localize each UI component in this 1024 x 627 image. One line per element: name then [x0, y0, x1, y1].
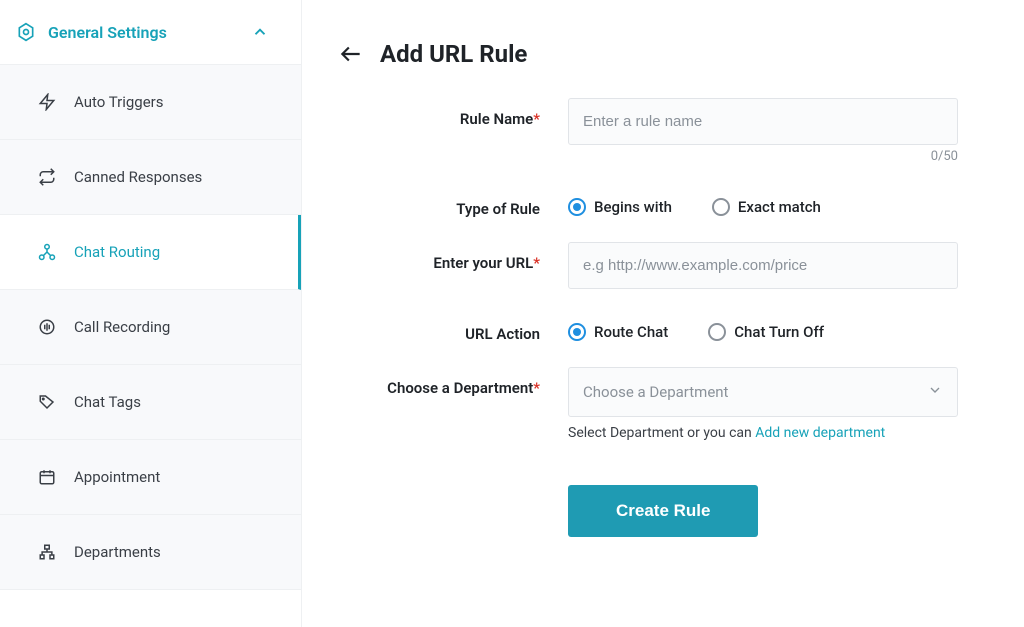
sidebar-item-chat-routing[interactable]: Chat Routing	[0, 215, 301, 290]
label-url-action: URL Action	[338, 313, 568, 343]
sidebar-item-canned-responses[interactable]: Canned Responses	[0, 140, 301, 215]
row-rule-name: Rule Name* 0/50	[338, 98, 984, 164]
row-submit: . Create Rule	[338, 465, 984, 537]
routing-icon	[38, 243, 58, 261]
row-url-action: URL Action Route Chat Chat Turn Off	[338, 313, 984, 343]
sidebar-item-auto-triggers[interactable]: Auto Triggers	[0, 65, 301, 140]
sidebar-item-departments[interactable]: Departments	[0, 515, 301, 590]
rule-name-input[interactable]	[568, 98, 958, 145]
sidebar-item-label: Auto Triggers	[74, 93, 163, 111]
main-content: Add URL Rule Rule Name* 0/50 Type of Rul…	[302, 0, 1024, 627]
sidebar-item-label: Chat Routing	[74, 243, 160, 261]
rule-name-counter: 0/50	[568, 149, 958, 164]
sidebar-header-general-settings[interactable]: General Settings	[0, 0, 301, 65]
recording-icon	[38, 318, 58, 336]
label-choose-department: Choose a Department*	[338, 367, 568, 397]
sidebar-item-label: Appointment	[74, 468, 160, 486]
org-icon	[38, 543, 58, 561]
row-enter-url: Enter your URL*	[338, 242, 984, 289]
row-choose-department: Choose a Department* Choose a Department…	[338, 367, 984, 441]
settings-hex-icon	[16, 22, 36, 42]
department-helper: Select Department or you can Add new dep…	[568, 425, 958, 441]
label-rule-name: Rule Name*	[338, 98, 568, 128]
page-title: Add URL Rule	[380, 40, 527, 68]
sidebar-item-label: Call Recording	[74, 318, 170, 336]
department-select[interactable]: Choose a Department	[568, 367, 958, 417]
sidebar-item-label: Canned Responses	[74, 168, 202, 186]
radio-route-chat[interactable]: Route Chat	[568, 323, 668, 341]
radio-checked-icon	[568, 323, 586, 341]
sidebar-item-appointment[interactable]: Appointment	[0, 440, 301, 515]
chevron-up-icon	[251, 23, 269, 41]
sidebar-item-label: Departments	[74, 543, 161, 561]
back-button[interactable]	[338, 41, 364, 67]
radio-unchecked-icon	[712, 198, 730, 216]
url-input[interactable]	[568, 242, 958, 289]
label-enter-url: Enter your URL*	[338, 242, 568, 272]
label-type-of-rule: Type of Rule	[338, 188, 568, 218]
sidebar-item-call-recording[interactable]: Call Recording	[0, 290, 301, 365]
radio-chat-turn-off[interactable]: Chat Turn Off	[708, 323, 824, 341]
calendar-icon	[38, 468, 58, 486]
trigger-icon	[38, 93, 58, 111]
loop-icon	[38, 168, 58, 186]
page-header: Add URL Rule	[338, 40, 984, 68]
radio-checked-icon	[568, 198, 586, 216]
create-rule-button[interactable]: Create Rule	[568, 485, 758, 537]
row-type-of-rule: Type of Rule Begins with Exact match	[338, 188, 984, 218]
sidebar: General Settings Auto Triggers Canned Re…	[0, 0, 302, 627]
tag-icon	[38, 393, 58, 411]
radio-exact-match[interactable]: Exact match	[712, 198, 821, 216]
radio-unchecked-icon	[708, 323, 726, 341]
sidebar-header-label: General Settings	[48, 23, 167, 42]
sidebar-item-label: Chat Tags	[74, 393, 141, 411]
chevron-down-icon	[927, 382, 943, 402]
add-new-department-link[interactable]: Add new department	[755, 425, 885, 441]
radio-begins-with[interactable]: Begins with	[568, 198, 672, 216]
sidebar-item-chat-tags[interactable]: Chat Tags	[0, 365, 301, 440]
